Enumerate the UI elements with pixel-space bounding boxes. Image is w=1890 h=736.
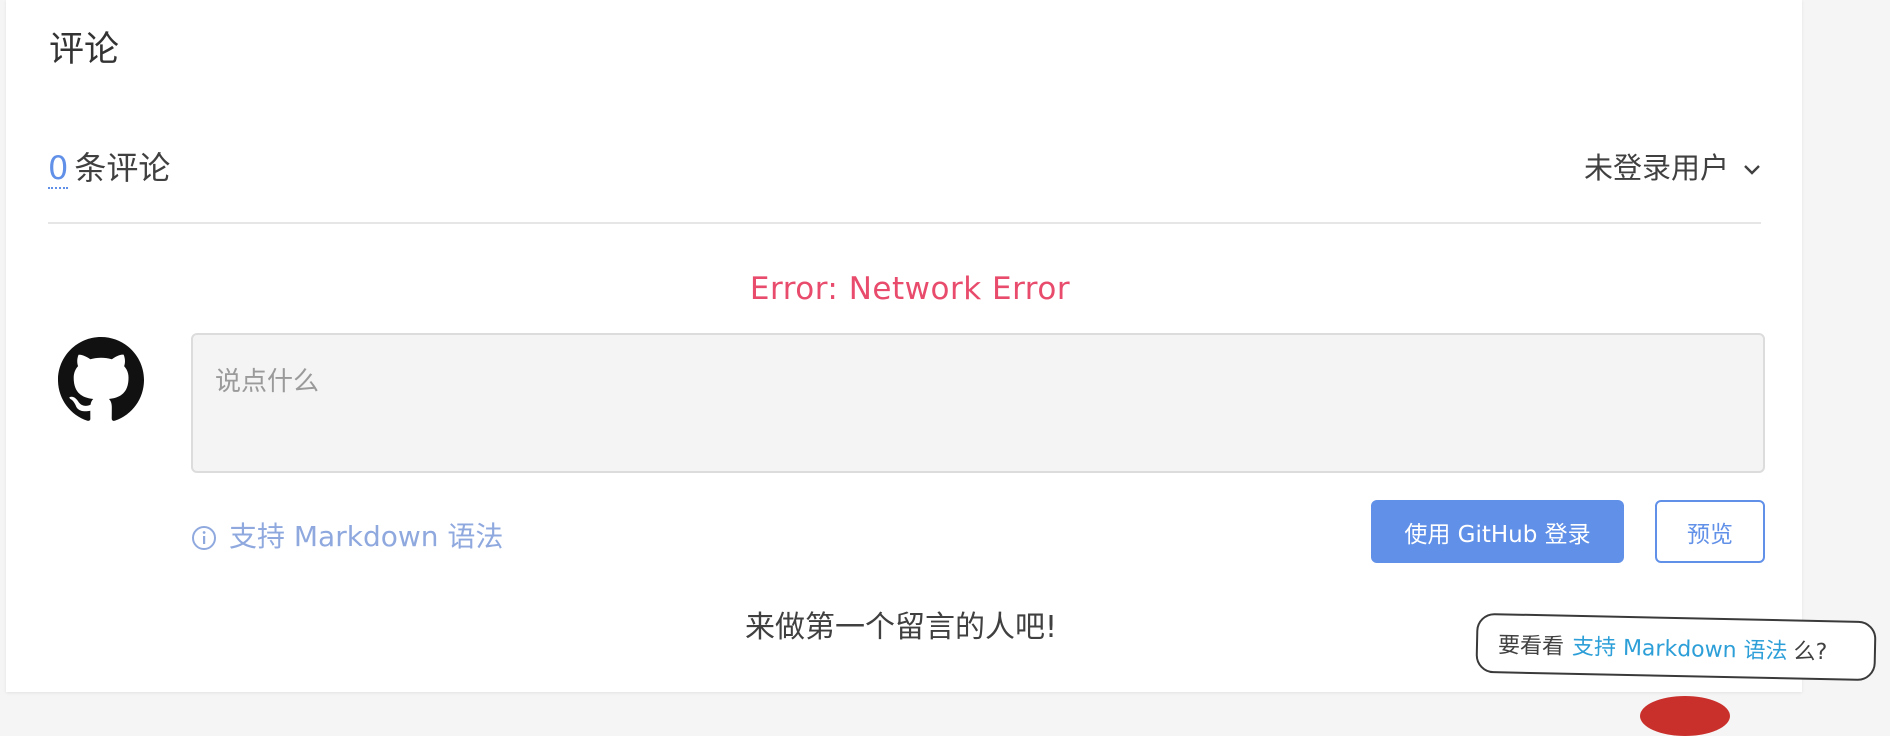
tooltip-suffix: 么? xyxy=(1793,639,1828,666)
info-icon xyxy=(192,526,216,550)
user-menu-dropdown[interactable]: 未登录用户 xyxy=(1584,146,1761,190)
github-icon xyxy=(58,337,144,421)
comment-count: 0 条评论 xyxy=(48,146,170,190)
comments-header: 0 条评论 未登录用户 xyxy=(48,140,1761,224)
markdown-hint-link[interactable]: 支持 Markdown 语法 xyxy=(191,515,503,555)
tooltip-markdown-link[interactable]: 支持 Markdown 语法 xyxy=(1572,629,1788,666)
markdown-tooltip: 要看看 支持 Markdown 语法 么? xyxy=(1475,612,1877,682)
comment-input[interactable] xyxy=(191,333,1765,473)
github-login-button[interactable]: 使用 GitHub 登录 xyxy=(1371,500,1624,563)
section-title: 评论 xyxy=(49,30,120,70)
comment-count-label: 条评论 xyxy=(74,149,171,187)
chevron-down-icon xyxy=(1744,165,1760,175)
tooltip-prefix: 要看看 xyxy=(1497,633,1565,660)
user-menu-label: 未登录用户 xyxy=(1583,151,1729,185)
error-message: Error: Network Error xyxy=(749,271,1071,307)
comments-card: 评论 0条评论 未登录用户 Error: Network Error 支持 Ma… xyxy=(6,0,1802,692)
markdown-hint-label: 支持 Markdown 语法 xyxy=(229,520,504,553)
comment-count-number: 0 xyxy=(48,149,69,189)
preview-button[interactable]: 预览 xyxy=(1655,500,1765,563)
floating-badge[interactable] xyxy=(1640,696,1730,736)
